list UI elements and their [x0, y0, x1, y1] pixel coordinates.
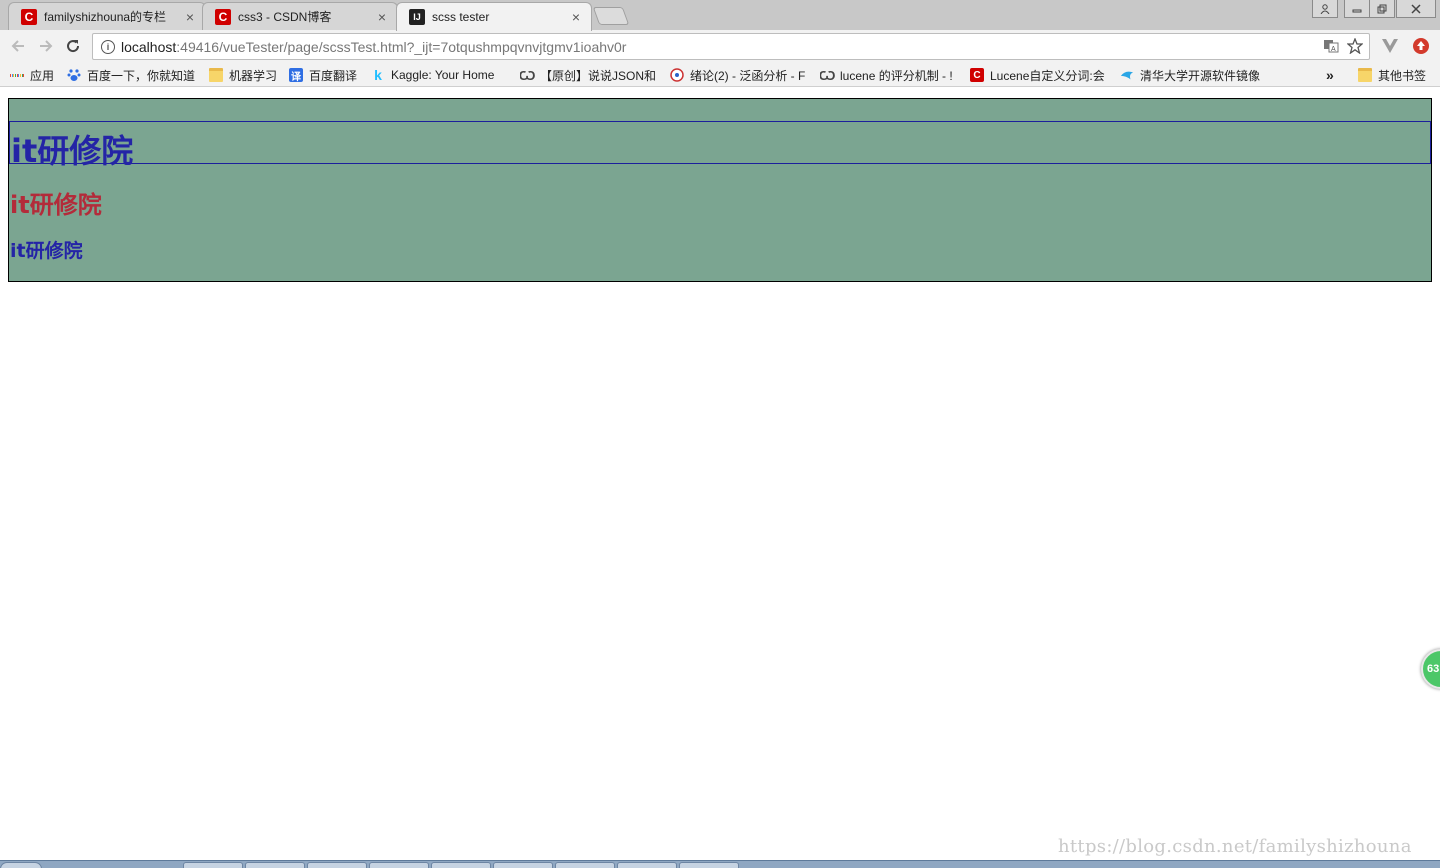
taskbar-item[interactable]	[617, 862, 677, 868]
forward-button[interactable]	[36, 36, 56, 56]
heading-1-box: it研修院	[9, 121, 1431, 170]
taskbar-item[interactable]	[183, 862, 243, 868]
windows-taskbar	[0, 860, 1440, 868]
reload-icon	[67, 40, 80, 53]
bookmarks-bar: 应用 百度一下，你就知道 机器学习 译 百度翻译 k Kaggle: Your …	[0, 63, 1440, 87]
bookmark-json[interactable]: Ѡ 【原创】说说JSON和	[520, 67, 658, 83]
browser-toolbar: i localhost:49416/vueTester/page/scssTes…	[0, 30, 1440, 63]
bookmarks-overflow-button[interactable]: »	[1326, 67, 1334, 83]
arrow-left-icon	[11, 40, 24, 52]
tab-familyshizhouna[interactable]: C familyshizhouna的专栏 ×	[8, 2, 206, 30]
url-text[interactable]: localhost:49416/vueTester/page/scssTest.…	[121, 39, 626, 55]
csdn-icon: C	[21, 8, 37, 25]
csdn-icon: C	[970, 68, 984, 82]
bookmark-other-folder[interactable]: 其他书签	[1358, 67, 1426, 83]
tab-title: familyshizhouna的专栏	[44, 10, 167, 24]
omega-icon: Ѡ	[520, 67, 536, 83]
folder-icon	[1358, 68, 1372, 82]
heading-3: it研修院	[10, 240, 83, 262]
bookmark-label: Lucene自定义分词:会	[990, 68, 1105, 83]
url-path: :49416/vueTester/page/scssTest.html?_ijt…	[176, 38, 627, 55]
tab-strip: C familyshizhouna的专栏 × C css3 - CSDN博客 ×…	[0, 0, 1440, 31]
arrow-right-icon	[40, 40, 53, 52]
reload-button[interactable]	[63, 36, 83, 56]
tab-title: css3 - CSDN博客	[238, 10, 332, 24]
bookmark-label: 百度一下，你就知道	[87, 68, 196, 83]
watermark: https://blog.csdn.net/familyshizhouna	[1058, 836, 1412, 857]
baidu-translate-icon: 译	[289, 68, 303, 83]
bookmark-lucene-scoring[interactable]: Ѡ lucene 的评分机制 - !	[820, 67, 960, 83]
bookmark-label: Kaggle: Your Home	[391, 68, 495, 82]
url-host: localhost	[121, 38, 177, 55]
close-icon[interactable]: ×	[183, 9, 197, 25]
bookmark-label: 应用	[30, 68, 55, 83]
apps-grid-icon	[10, 68, 25, 82]
tab-css3-csdn[interactable]: C css3 - CSDN博客 ×	[202, 2, 398, 30]
extension-upload-icon[interactable]	[1413, 38, 1429, 54]
taskbar-item[interactable]	[555, 862, 615, 868]
minimize-button[interactable]	[1344, 0, 1370, 18]
bookmark-tuna-mirror[interactable]: 清华大学开源软件镜像	[1120, 67, 1262, 83]
start-button[interactable]	[0, 862, 42, 868]
folder-icon	[209, 68, 223, 82]
taskbar-item[interactable]	[245, 862, 305, 868]
vue-devtools-icon[interactable]	[1382, 38, 1398, 54]
scss-container: it研修院 it研修院 it研修院	[8, 98, 1432, 282]
close-icon[interactable]: ×	[375, 9, 389, 25]
compass-icon	[670, 68, 684, 82]
info-icon[interactable]: i	[101, 39, 115, 54]
user-profile-icon[interactable]	[1312, 0, 1338, 18]
bookmark-label: 【原创】说说JSON和	[540, 68, 657, 83]
bookmark-baidu-translate[interactable]: 译 百度翻译	[289, 67, 363, 83]
back-button[interactable]	[8, 36, 28, 56]
tuna-icon	[1120, 68, 1134, 82]
new-tab-button[interactable]	[592, 7, 630, 25]
bookmark-label: 绪论(2) - 泛函分析 - F	[690, 68, 806, 83]
bookmark-functional-analysis[interactable]: 绪论(2) - 泛函分析 - F	[670, 67, 808, 83]
tab-scss-tester[interactable]: IJ scss tester ×	[396, 2, 592, 31]
kaggle-icon: k	[374, 67, 382, 83]
omnibox-actions: A	[1323, 38, 1363, 54]
heading-1: it研修院	[11, 132, 134, 170]
bookmark-label: lucene 的评分机制 - !	[840, 68, 953, 83]
bookmark-ml-folder[interactable]: 机器学习	[209, 67, 281, 83]
bookmark-label: 其他书签	[1378, 68, 1427, 83]
intellij-icon: IJ	[409, 9, 425, 25]
bookmark-label: 清华大学开源软件镜像	[1140, 68, 1261, 83]
close-icon[interactable]: ×	[569, 9, 583, 25]
bookmark-apps[interactable]: 应用	[10, 67, 54, 83]
bookmark-lucene-tokenizer[interactable]: C Lucene自定义分词:会	[970, 67, 1110, 83]
taskbar-item[interactable]	[369, 862, 429, 868]
address-bar[interactable]: i localhost:49416/vueTester/page/scssTes…	[92, 33, 1370, 60]
translate-icon[interactable]: A	[1323, 38, 1339, 54]
bookmark-label: 机器学习	[229, 68, 278, 83]
taskbar-item[interactable]	[431, 862, 491, 868]
taskbar-item[interactable]	[493, 862, 553, 868]
bookmark-baidu[interactable]: 百度一下，你就知道	[67, 67, 203, 83]
restore-button[interactable]	[1369, 0, 1395, 18]
svg-text:A: A	[1331, 46, 1336, 53]
bookmark-label: 百度翻译	[309, 68, 358, 83]
page-viewport: it研修院 it研修院 it研修院 63 https://blog.csdn.n…	[0, 88, 1440, 860]
bookmark-kaggle[interactable]: k Kaggle: Your Home	[371, 67, 505, 83]
taskbar-item[interactable]	[679, 862, 739, 868]
floating-speed-badge[interactable]: 63	[1421, 649, 1440, 689]
heading-2: it研修院	[10, 191, 102, 219]
close-window-button[interactable]	[1396, 0, 1436, 18]
taskbar-item[interactable]	[307, 862, 367, 868]
csdn-icon: C	[215, 8, 231, 25]
tab-title: scss tester	[432, 10, 490, 24]
baidu-paw-icon	[67, 68, 81, 82]
omega-icon: Ѡ	[820, 67, 836, 83]
star-icon[interactable]	[1347, 38, 1363, 54]
